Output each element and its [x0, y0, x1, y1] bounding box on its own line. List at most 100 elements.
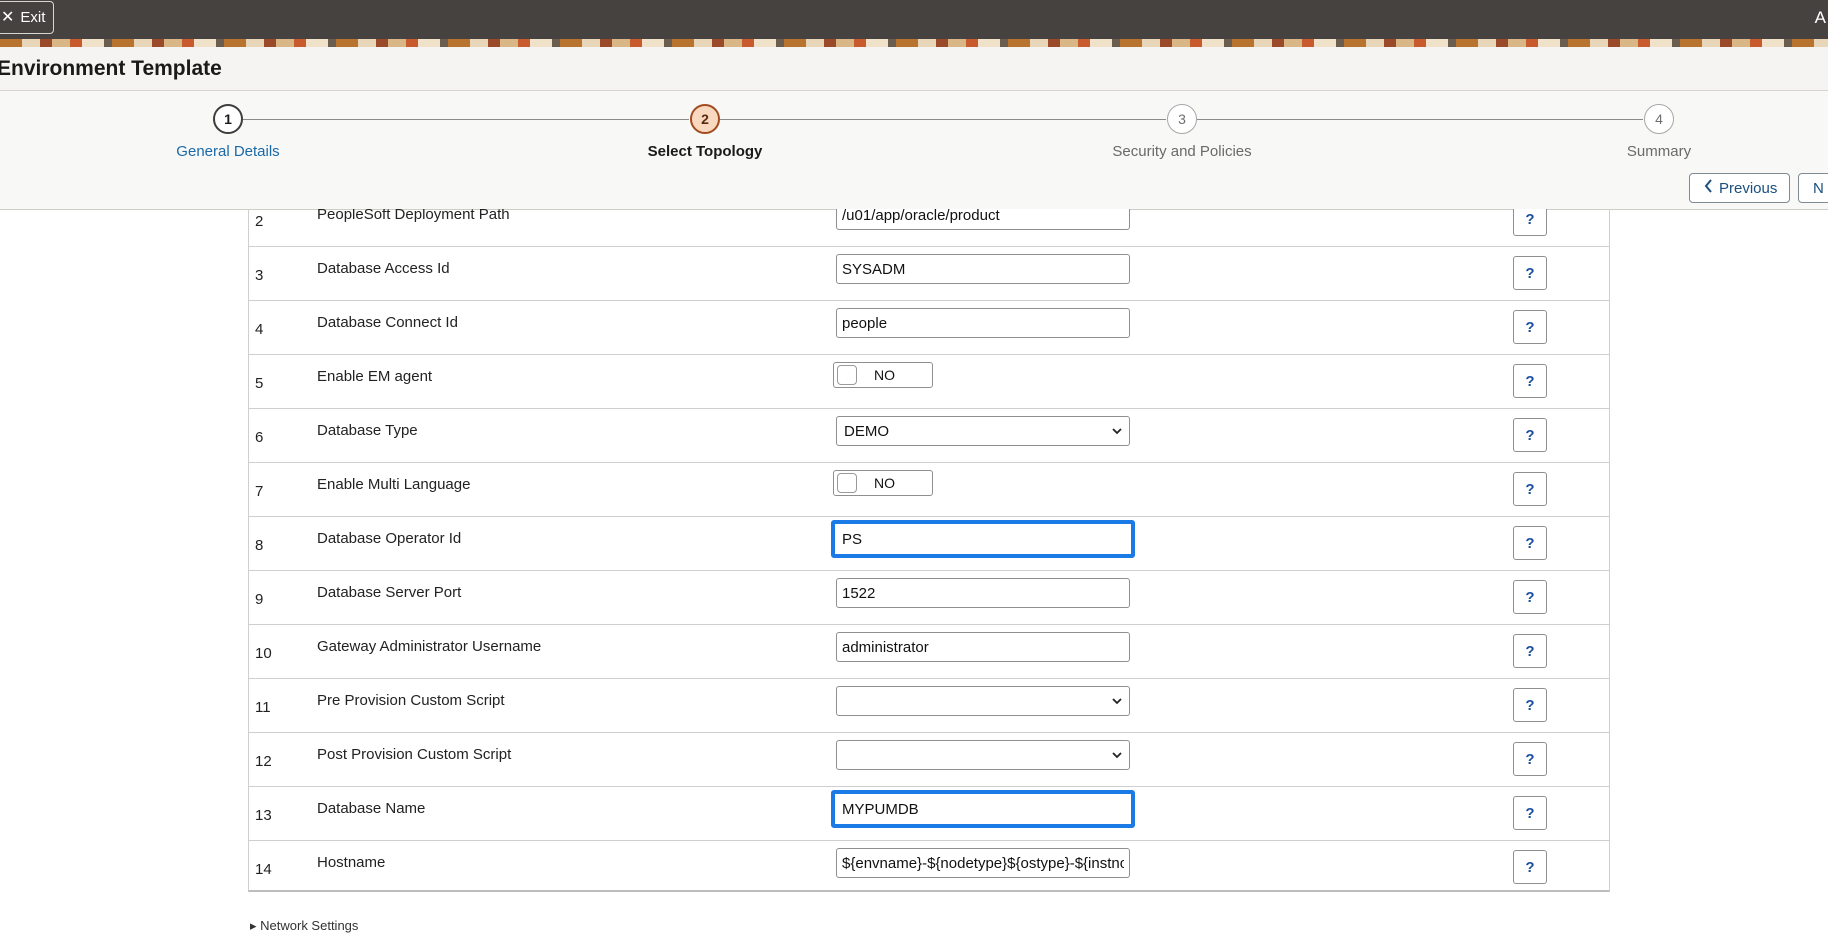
help-button[interactable]: ?: [1513, 688, 1547, 722]
database-type-select[interactable]: DEMO: [836, 416, 1130, 446]
step-4-circle[interactable]: 4: [1644, 104, 1674, 134]
next-button[interactable]: N: [1798, 173, 1828, 203]
row-label: Post Provision Custom Script: [317, 746, 512, 763]
row-number: 11: [255, 699, 271, 716]
step-4-label[interactable]: Summary: [1627, 143, 1691, 160]
network-settings-section-header[interactable]: ▸ Network Settings: [250, 918, 358, 934]
database-operator-id-input[interactable]: [831, 520, 1135, 558]
table-row: 7 Enable Multi Language NO ?: [249, 463, 1609, 517]
row-number: 3: [255, 267, 264, 284]
train-connector: [243, 119, 689, 120]
database-connect-id-input[interactable]: [836, 308, 1130, 338]
top-bar: ✕ Exit A: [0, 0, 1828, 39]
train-connector: [1197, 119, 1643, 120]
table-row: 11 Pre Provision Custom Script ?: [249, 679, 1609, 733]
user-menu-glyph[interactable]: A: [1815, 8, 1826, 28]
previous-label: Previous: [1719, 179, 1778, 197]
step-3-label[interactable]: Security and Policies: [1112, 143, 1251, 160]
table-row: 8 Database Operator Id ?: [249, 517, 1609, 571]
step-3-circle[interactable]: 3: [1167, 104, 1197, 134]
row-label: Database Access Id: [317, 260, 450, 277]
chevron-down-icon: [1112, 748, 1122, 762]
row-number: 13: [255, 807, 272, 824]
page-header: Environment Template: [0, 47, 1828, 91]
next-label: N: [1813, 179, 1824, 197]
exit-label: Exit: [20, 9, 46, 26]
select-value: DEMO: [844, 422, 889, 440]
step-2-circle[interactable]: 2: [690, 104, 720, 134]
enable-em-agent-toggle[interactable]: NO: [833, 362, 933, 388]
toggle-text: NO: [874, 367, 895, 383]
exit-button[interactable]: ✕ Exit: [0, 1, 54, 34]
table-row: 14 Hostname ?: [249, 841, 1609, 890]
database-name-input[interactable]: [831, 790, 1135, 828]
row-label: Database Type: [317, 422, 418, 439]
row-number: 8: [255, 537, 264, 554]
row-label: PeopleSoft Deployment Path: [317, 209, 510, 223]
train-connector: [720, 119, 1166, 120]
chevron-down-icon: [1112, 424, 1122, 438]
toggle-knob: [837, 365, 857, 385]
row-label: Database Operator Id: [317, 530, 462, 547]
help-button[interactable]: ?: [1513, 256, 1547, 290]
deployment-path-input[interactable]: [836, 209, 1130, 230]
decorative-banner: [0, 39, 1828, 47]
row-number: 14: [255, 861, 272, 878]
hostname-input[interactable]: [836, 848, 1130, 878]
table-row: 13 Database Name ?: [249, 787, 1609, 841]
table-row: 3 Database Access Id ?: [249, 247, 1609, 301]
post-provision-script-select[interactable]: [836, 740, 1130, 770]
table-row: 9 Database Server Port ?: [249, 571, 1609, 625]
row-number: 2: [255, 213, 264, 230]
row-label: Hostname: [317, 854, 386, 871]
help-button[interactable]: ?: [1513, 209, 1547, 236]
table-row: 5 Enable EM agent NO ?: [249, 355, 1609, 409]
step-1-circle[interactable]: 1: [213, 104, 243, 134]
help-button[interactable]: ?: [1513, 850, 1547, 884]
toggle-knob: [837, 473, 857, 493]
page-title: Environment Template: [0, 57, 222, 80]
chevron-left-icon: [1704, 179, 1713, 197]
help-button[interactable]: ?: [1513, 472, 1547, 506]
help-button[interactable]: ?: [1513, 796, 1547, 830]
database-access-id-input[interactable]: [836, 254, 1130, 284]
enable-multi-language-toggle[interactable]: NO: [833, 470, 933, 496]
row-label: Pre Provision Custom Script: [317, 692, 505, 709]
help-button[interactable]: ?: [1513, 580, 1547, 614]
row-number: 6: [255, 429, 264, 446]
row-label: Database Connect Id: [317, 314, 458, 331]
row-label: Enable EM agent: [317, 368, 433, 385]
row-number: 4: [255, 321, 264, 338]
toggle-text: NO: [874, 475, 895, 491]
row-number: 9: [255, 591, 264, 608]
gateway-admin-username-input[interactable]: [836, 632, 1130, 662]
row-number: 7: [255, 483, 264, 500]
step-1-label[interactable]: General Details: [176, 143, 279, 160]
row-label: Database Server Port: [317, 584, 462, 601]
help-button[interactable]: ?: [1513, 364, 1547, 398]
table-row: 4 Database Connect Id ?: [249, 301, 1609, 355]
row-number: 10: [255, 645, 272, 662]
chevron-down-icon: [1112, 694, 1122, 708]
help-button[interactable]: ?: [1513, 634, 1547, 668]
table-row: 10 Gateway Administrator Username ?: [249, 625, 1609, 679]
row-label: Gateway Administrator Username: [317, 638, 542, 655]
help-button[interactable]: ?: [1513, 310, 1547, 344]
table-row: 12 Post Provision Custom Script ?: [249, 733, 1609, 787]
previous-button[interactable]: Previous: [1689, 173, 1790, 203]
step-2-label: Select Topology: [647, 143, 763, 160]
row-label: Database Name: [317, 800, 426, 817]
step-train: 1 2 3 4 General Details Select Topology …: [0, 91, 1828, 210]
table-row: 2 PeopleSoft Deployment Path ?: [249, 209, 1609, 247]
database-server-port-input[interactable]: [836, 578, 1130, 608]
row-number: 12: [255, 753, 272, 770]
help-button[interactable]: ?: [1513, 526, 1547, 560]
parameter-grid: 2 PeopleSoft Deployment Path ? 3 Databas…: [248, 209, 1610, 892]
row-number: 5: [255, 375, 264, 392]
row-label: Enable Multi Language: [317, 476, 471, 493]
close-icon: ✕: [1, 8, 15, 26]
table-row: 6 Database Type DEMO ?: [249, 409, 1609, 463]
help-button[interactable]: ?: [1513, 418, 1547, 452]
help-button[interactable]: ?: [1513, 742, 1547, 776]
pre-provision-script-select[interactable]: [836, 686, 1130, 716]
